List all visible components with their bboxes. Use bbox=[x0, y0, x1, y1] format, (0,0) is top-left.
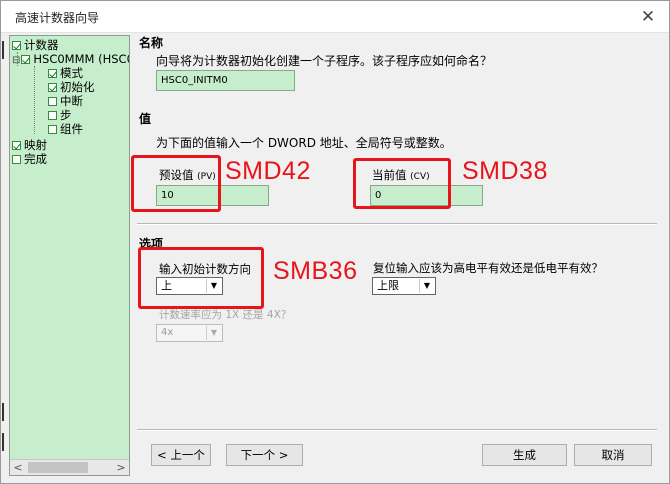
dropdown-arrow-icon: ▼ bbox=[206, 326, 221, 340]
checkbox-icon bbox=[48, 69, 57, 78]
tree-item-label: 初始化 bbox=[60, 80, 95, 94]
checkbox-icon bbox=[12, 155, 21, 164]
title-bar: 高速计数器向导 ✕ bbox=[1, 1, 669, 33]
pv-annotation: SMD42 bbox=[225, 157, 311, 185]
count-rate-select: 4x ▼ bbox=[156, 324, 223, 342]
edge-artifact bbox=[2, 41, 4, 59]
tree-item-hsc0[interactable]: ⊟ HSC0MMM (HSC0 bbox=[12, 52, 130, 68]
value-section-heading: 值 bbox=[139, 112, 152, 126]
generate-button[interactable]: 生成 bbox=[482, 444, 567, 466]
wizard-step-tree: 计数器 ⊟ HSC0MMM (HSC0 模式 初始化 中断 步 组件 映射 完成 … bbox=[9, 35, 130, 476]
cv-annotation: SMD38 bbox=[462, 157, 548, 185]
checkbox-icon bbox=[12, 41, 21, 50]
tree-item-init[interactable]: 初始化 bbox=[48, 80, 95, 94]
prev-button[interactable]: < 上一个 bbox=[151, 444, 211, 466]
tree-item-label: 中断 bbox=[60, 94, 83, 108]
count-rate-label: 计数速率应为 1X 还是 4X？ bbox=[159, 309, 292, 321]
tree-item-step[interactable]: 步 bbox=[48, 108, 72, 122]
tree-item-finish[interactable]: 完成 bbox=[12, 152, 47, 166]
cv-highlight-box bbox=[353, 158, 451, 209]
pv-highlight-box bbox=[131, 155, 221, 212]
tree-item-counter[interactable]: 计数器 bbox=[12, 38, 59, 52]
tree-item-mapping[interactable]: 映射 bbox=[12, 138, 47, 152]
tree-item-label: 组件 bbox=[60, 122, 83, 136]
section-divider bbox=[137, 223, 657, 225]
tree-connector bbox=[34, 66, 35, 134]
next-button[interactable]: 下一个 > bbox=[226, 444, 303, 466]
checkbox-icon bbox=[21, 55, 31, 64]
rate-selected-value: 4x bbox=[161, 327, 174, 338]
close-icon[interactable]: ✕ bbox=[637, 6, 659, 28]
wizard-window: 高速计数器向导 ✕ 计数器 ⊟ HSC0MMM (HSC0 模式 初始化 中断 步… bbox=[0, 0, 670, 484]
checkbox-icon bbox=[12, 141, 21, 150]
tree-item-mode[interactable]: 模式 bbox=[48, 66, 83, 80]
tree-item-label: 映射 bbox=[24, 138, 47, 152]
value-prompt: 为下面的值输入一个 DWORD 地址、全局符号或整数。 bbox=[156, 136, 452, 150]
direction-annotation: SMB36 bbox=[273, 257, 358, 285]
tree-item-label: 完成 bbox=[24, 152, 47, 166]
cancel-button[interactable]: 取消 bbox=[574, 444, 652, 466]
name-prompt: 向导将为计数器初始化创建一个子程序。该子程序应如何命名？ bbox=[156, 54, 493, 68]
tree-horizontal-scrollbar[interactable]: < > bbox=[10, 459, 129, 475]
checkbox-icon bbox=[48, 83, 57, 92]
edge-artifact bbox=[2, 433, 4, 451]
collapse-icon[interactable]: ⊟ bbox=[12, 54, 20, 68]
checkbox-icon bbox=[48, 97, 57, 106]
edge-artifact bbox=[2, 403, 4, 421]
tree-item-label: 计数器 bbox=[24, 38, 59, 52]
footer-divider bbox=[137, 429, 657, 431]
window-title: 高速计数器向导 bbox=[15, 11, 100, 25]
tree-item-label: 模式 bbox=[60, 66, 83, 80]
scroll-left-icon[interactable]: < bbox=[10, 460, 26, 475]
tree-item-label: HSC0MMM (HSC0 bbox=[33, 52, 130, 66]
name-section-heading: 名称 bbox=[139, 36, 164, 50]
reset-selected-value: 上限 bbox=[377, 279, 399, 292]
tree-item-label: 步 bbox=[60, 108, 72, 122]
checkbox-icon bbox=[48, 111, 57, 120]
dropdown-arrow-icon: ▼ bbox=[419, 279, 434, 293]
checkbox-icon bbox=[48, 125, 57, 134]
tree-item-interrupt[interactable]: 中断 bbox=[48, 94, 83, 108]
tree-item-component[interactable]: 组件 bbox=[48, 122, 83, 136]
direction-highlight-box bbox=[138, 247, 264, 309]
reset-level-label: 复位输入应该为高电平有效还是低电平有效？ bbox=[373, 261, 603, 275]
scroll-thumb[interactable] bbox=[28, 462, 88, 473]
scroll-right-icon[interactable]: > bbox=[113, 460, 129, 475]
reset-level-select[interactable]: 上限 ▼ bbox=[372, 277, 436, 295]
subroutine-name-input[interactable]: HSC0_INITM0 bbox=[156, 70, 295, 91]
